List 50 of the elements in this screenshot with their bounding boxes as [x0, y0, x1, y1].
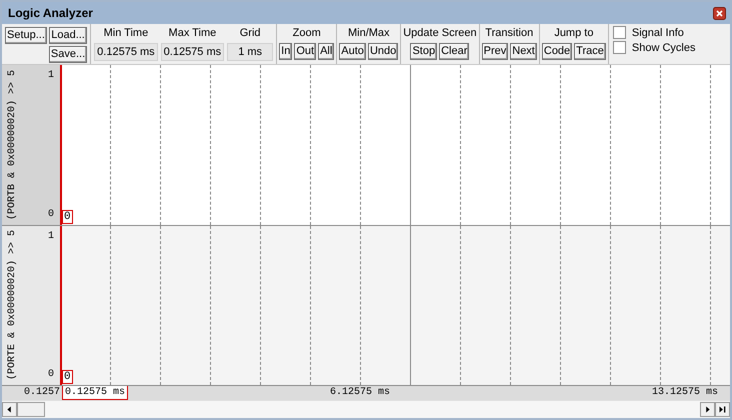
- signal-value: 0: [62, 210, 73, 224]
- toolbar-button[interactable]: Trace: [574, 43, 606, 60]
- checkbox[interactable]: [612, 26, 626, 39]
- readout-label: Max Time: [168, 26, 216, 41]
- toolbar-button[interactable]: Undo: [368, 43, 398, 60]
- time-label: 6.12575 ms: [330, 386, 390, 399]
- scrollbar[interactable]: [2, 400, 730, 418]
- group-title: Update Screen: [403, 26, 477, 41]
- scroll-thumb[interactable]: [17, 402, 45, 417]
- scroll-right-icon[interactable]: [700, 402, 715, 417]
- readout-value: 0.12575 ms: [94, 43, 158, 61]
- toolbar-button[interactable]: Out: [294, 43, 316, 60]
- toolbar-button[interactable]: Stop: [410, 43, 438, 60]
- signal-label-panel[interactable]: (PORTE & 0x00000020) >> 5 1 0: [2, 226, 62, 385]
- checkbox[interactable]: [612, 41, 626, 54]
- file-button[interactable]: Setup...: [5, 27, 47, 44]
- time-label: 0.1257: [24, 386, 60, 399]
- file-button[interactable]: Load...: [48, 27, 88, 44]
- time-label: 13.12575 ms: [652, 386, 718, 399]
- checkbox-label: Show Cycles: [632, 42, 696, 54]
- window-title: Logic Analyzer: [8, 6, 93, 20]
- toolbar-button[interactable]: Code: [542, 43, 572, 60]
- close-icon[interactable]: [713, 6, 726, 20]
- group-title: Min/Max: [348, 26, 390, 41]
- low-level-label: 0: [48, 369, 54, 380]
- high-level-label: 1: [48, 70, 54, 81]
- toolbar-button[interactable]: In: [279, 43, 292, 60]
- cursor-time: 0.12575 ms: [62, 386, 128, 400]
- toolbar-button[interactable]: All: [318, 43, 334, 60]
- signal-name: (PORTE & 0x00000020) >> 5: [7, 230, 18, 380]
- scroll-left-icon[interactable]: [2, 402, 17, 417]
- toolbar-button[interactable]: Clear: [439, 43, 470, 60]
- group-title: Transition: [485, 26, 534, 41]
- high-level-label: 1: [48, 230, 54, 242]
- group-title: Zoom: [292, 26, 321, 41]
- checkbox-label: Signal Info: [632, 26, 684, 38]
- toolbar-button[interactable]: Next: [510, 43, 537, 60]
- signal-label-panel[interactable]: (PORTB & 0x00000020) >> 5 1 0: [2, 65, 62, 224]
- scroll-end-icon[interactable]: [715, 402, 730, 417]
- file-button[interactable]: Save...: [48, 46, 88, 63]
- readout-label: Grid: [240, 26, 261, 41]
- toolbar-button[interactable]: Auto: [339, 43, 366, 60]
- low-level-label: 0: [48, 208, 54, 220]
- signal-value: 0: [62, 370, 73, 384]
- readout-label: Min Time: [104, 26, 148, 41]
- signal-name: (PORTB & 0x00000020) >> 5: [7, 70, 18, 220]
- toolbar-button[interactable]: Prev: [482, 43, 508, 60]
- readout-value: 1 ms: [227, 43, 274, 61]
- readout-value: 0.12575 ms: [160, 43, 224, 61]
- group-title: Jump to: [554, 26, 594, 41]
